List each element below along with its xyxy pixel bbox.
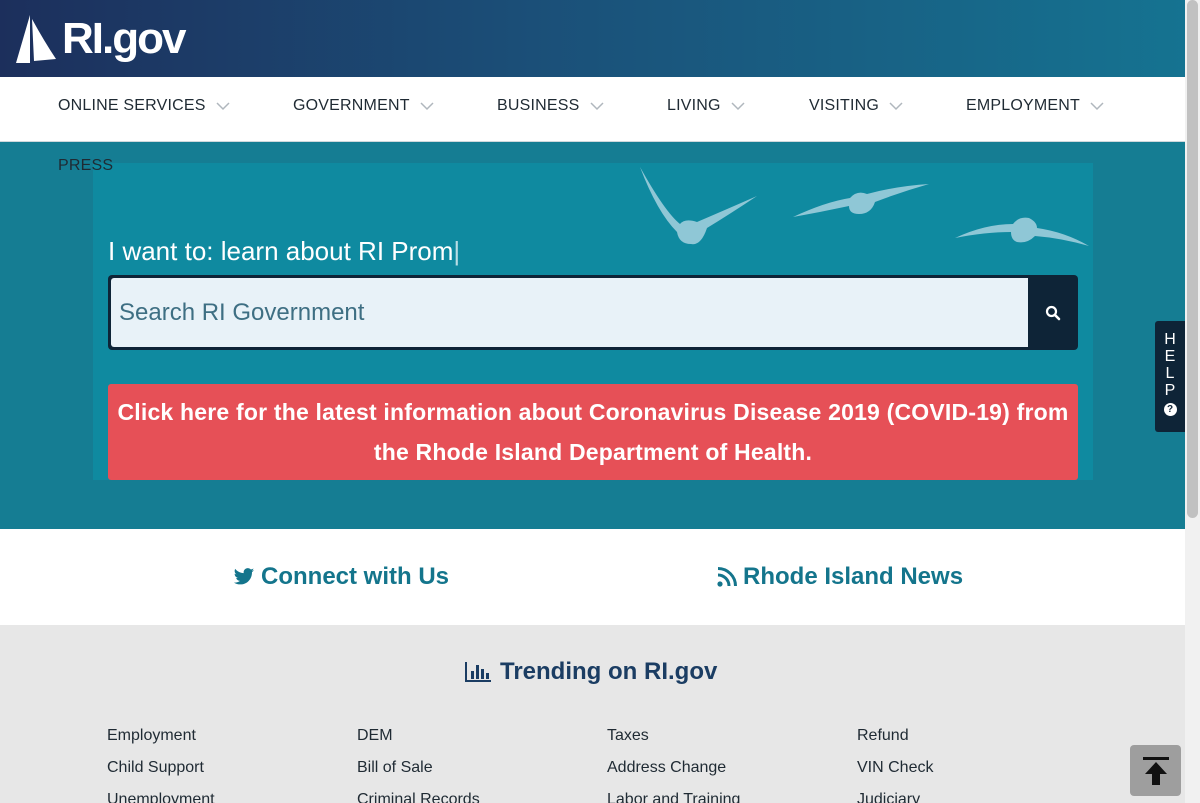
sail-icon: [16, 15, 56, 63]
trending-link[interactable]: Child Support: [107, 758, 215, 790]
nav-government[interactable]: GOVERNMENT: [293, 97, 434, 115]
connect-section: Connect with Us Rhode Island News: [0, 529, 1185, 625]
chevron-down-icon: [420, 102, 434, 111]
nav-label: GOVERNMENT: [293, 97, 410, 114]
nav-press[interactable]: PRESS: [58, 157, 113, 175]
nav-living[interactable]: LIVING: [667, 97, 745, 115]
main-navigation: ONLINE SERVICES GOVERNMENT BUSINESS LIVI…: [0, 77, 1185, 142]
nav-label: EMPLOYMENT: [966, 97, 1081, 114]
connect-with-us-link[interactable]: Connect with Us: [233, 563, 449, 591]
trending-column: Refund VIN Check Judiciary: [857, 726, 933, 803]
nav-label: BUSINESS: [497, 97, 580, 114]
site-header: RI.gov: [0, 0, 1185, 77]
trending-link[interactable]: Bill of Sale: [357, 758, 480, 790]
trending-link[interactable]: Unemployment: [107, 790, 215, 803]
trending-link[interactable]: Refund: [857, 726, 933, 758]
help-letter: L: [1165, 365, 1175, 382]
scrollbar-thumb[interactable]: [1187, 0, 1198, 518]
twitter-icon: [233, 568, 255, 585]
nav-label: ONLINE SERVICES: [58, 97, 206, 114]
trending-column: Taxes Address Change Labor and Training: [607, 726, 740, 803]
search-bar: [108, 275, 1078, 350]
text-cursor: |: [453, 236, 461, 266]
prompt-text: I want to: learn about RI Prom: [108, 236, 454, 266]
nav-label: LIVING: [667, 97, 721, 114]
nav-online-services[interactable]: ONLINE SERVICES: [58, 97, 230, 115]
nav-label: VISITING: [809, 97, 880, 114]
search-button[interactable]: [1028, 275, 1078, 350]
trending-link[interactable]: VIN Check: [857, 758, 933, 790]
help-letter: H: [1164, 331, 1176, 348]
nav-business[interactable]: BUSINESS: [497, 97, 604, 115]
trending-link[interactable]: Employment: [107, 726, 215, 758]
trending-title: Trending on RI.gov: [465, 658, 717, 686]
trending-link[interactable]: Labor and Training: [607, 790, 740, 803]
bar-chart-icon: [465, 662, 491, 682]
chevron-down-icon: [589, 102, 604, 111]
chevron-down-icon: [889, 102, 903, 111]
help-tab[interactable]: H E L P ?: [1155, 321, 1185, 432]
search-input[interactable]: [111, 278, 1028, 347]
trending-link[interactable]: Criminal Records: [357, 790, 480, 803]
page-scrollbar[interactable]: [1185, 0, 1200, 803]
connect-label: Connect with Us: [261, 563, 450, 590]
news-label: Rhode Island News: [743, 563, 964, 590]
chevron-down-icon: [216, 102, 230, 111]
question-circle-icon: ?: [1163, 403, 1177, 416]
trending-section: Trending on RI.gov Employment Child Supp…: [0, 625, 1185, 803]
help-letter: P: [1164, 382, 1176, 399]
help-letter: E: [1164, 348, 1176, 365]
search-icon: [1045, 305, 1061, 320]
trending-link[interactable]: Address Change: [607, 758, 740, 790]
seagulls-illustration: [640, 167, 1089, 246]
logo-text: RI.gov: [62, 14, 186, 63]
ri-gov-logo[interactable]: RI.gov: [14, 10, 186, 68]
trending-link[interactable]: Judiciary: [857, 790, 933, 803]
trending-link[interactable]: Taxes: [607, 726, 740, 758]
arrow-to-top-icon: [1142, 756, 1169, 785]
back-to-top-button[interactable]: [1130, 745, 1181, 796]
trending-column: DEM Bill of Sale Criminal Records: [357, 726, 480, 803]
nav-visiting[interactable]: VISITING: [809, 97, 903, 115]
trending-title-text: Trending on RI.gov: [500, 658, 718, 685]
nav-employment[interactable]: EMPLOYMENT: [966, 97, 1104, 115]
chevron-down-icon: [1090, 102, 1104, 111]
trending-column: Employment Child Support Unemployment: [107, 726, 215, 803]
rotating-prompt: I want to: learn about RI Prom|: [108, 236, 460, 267]
covid-banner-link[interactable]: Click here for the latest information ab…: [108, 384, 1078, 480]
trending-link[interactable]: DEM: [357, 726, 480, 758]
rss-icon: [717, 567, 737, 587]
chevron-down-icon: [731, 102, 745, 111]
rhode-island-news-link[interactable]: Rhode Island News: [717, 563, 963, 591]
